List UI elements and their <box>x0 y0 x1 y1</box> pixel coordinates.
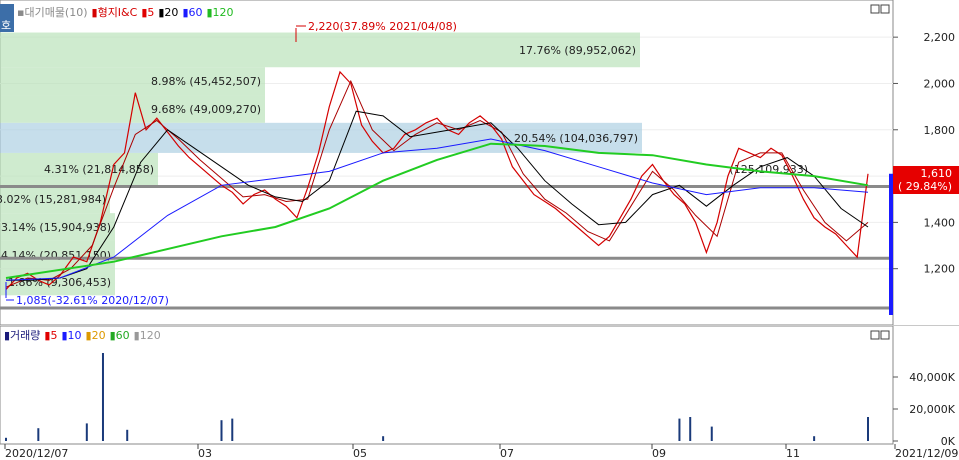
current-change: ( 29.84%) <box>898 180 952 193</box>
legend-item: ▮120 <box>207 6 234 19</box>
price-tick-label: 1,200 <box>924 263 956 276</box>
volume-profile-label: 3.02% (15,281,984) <box>0 193 106 206</box>
x-tick-label: 11 <box>786 447 800 460</box>
volume-bar <box>101 353 104 441</box>
stock-chart: 1.86% (9,306,453)4.14% (20,851,150)3.14%… <box>0 0 959 460</box>
tab-label[interactable]: 호 <box>1 19 11 32</box>
volume-bar <box>37 428 40 441</box>
price-tick-label: 1,400 <box>924 216 956 229</box>
volume-bar <box>867 417 869 441</box>
x-tick-label: 09 <box>652 447 666 460</box>
price-tick-label: 2,000 <box>924 77 956 90</box>
x-tick-label: 05 <box>353 447 367 460</box>
price-tick-label: 1,800 <box>924 124 956 137</box>
current-price-flag: 1,610 ( 29.84%) <box>893 166 959 194</box>
volume-profile-label: 9.68% (49,009,270) <box>151 103 261 116</box>
volume-bar <box>5 437 7 441</box>
volume-profile-label: 4.14% (20,851,150) <box>1 249 111 262</box>
legend-item: ▮60 <box>110 329 130 342</box>
x-axis-labels: 2020/12/07 03 05 07 09 11 2021/12/09 <box>4 444 958 460</box>
volume-bar <box>678 418 681 441</box>
legend-item: ▮20 <box>158 6 178 19</box>
legend-item: ▪대기매물(10) <box>17 6 88 19</box>
legend-item: ▮20 <box>86 329 106 342</box>
x-tick-label: 07 <box>500 447 514 460</box>
volume-profile-label: 20.54% (104,036,797) <box>514 132 638 145</box>
x-tick-label: 2020/12/07 <box>5 447 68 460</box>
volume-tick-label: 20,000K <box>909 403 955 416</box>
volume-maximize-button[interactable] <box>870 330 880 340</box>
current-price: 1,610 <box>921 167 953 180</box>
legend-item: ▮거래량 <box>4 329 40 342</box>
volume-bar <box>689 417 692 441</box>
close-button[interactable] <box>880 4 890 14</box>
min-annotation-text: 1,085(-32.61% 2020/12/07) <box>16 294 169 307</box>
price-tick-label: 2,200 <box>924 31 956 44</box>
volume-profile-label: 3.14% (15,904,938) <box>1 221 111 234</box>
legend-item: ▮5 <box>44 329 57 342</box>
volume-panel-frame <box>0 325 894 445</box>
volume-bar <box>813 436 816 441</box>
volume-bar <box>382 436 385 441</box>
price-y-ticks: 1,2001,4001,6001,8002,0002,200 <box>893 31 955 276</box>
price-legend: ▪대기매물(10) ▮형지I&C ▮5 ▮20 ▮60 ▮120 <box>17 6 234 19</box>
x-tick-label: 03 <box>198 447 212 460</box>
volume-y-ticks: 0K20,000K40,000K <box>893 371 956 448</box>
volume-bar <box>231 418 234 441</box>
volume-bar <box>220 420 223 441</box>
volume-profile-label: 8.98% (45,452,507) <box>151 75 261 88</box>
legend-item: ▮60 <box>182 6 202 19</box>
legend-item: ▮형지I&C <box>92 6 138 19</box>
volume-tick-label: 40,000K <box>909 371 955 384</box>
volume-bar <box>710 426 713 441</box>
volume-bar <box>85 423 88 441</box>
max-annotation-text: 2,220(37.89% 2021/04/08) <box>308 20 457 33</box>
last-price-bar <box>889 173 893 315</box>
legend-item: ▮10 <box>61 329 81 342</box>
volume-close-button[interactable] <box>880 330 890 340</box>
volume-bar <box>126 429 129 441</box>
x-tick-label: 2021/12/09 <box>895 447 958 460</box>
legend-item: ▮5 <box>141 6 154 19</box>
volume-profile-label: 17.76% (89,952,062) <box>519 44 636 57</box>
legend-item: ▮120 <box>134 329 161 342</box>
maximize-button[interactable] <box>870 4 880 14</box>
